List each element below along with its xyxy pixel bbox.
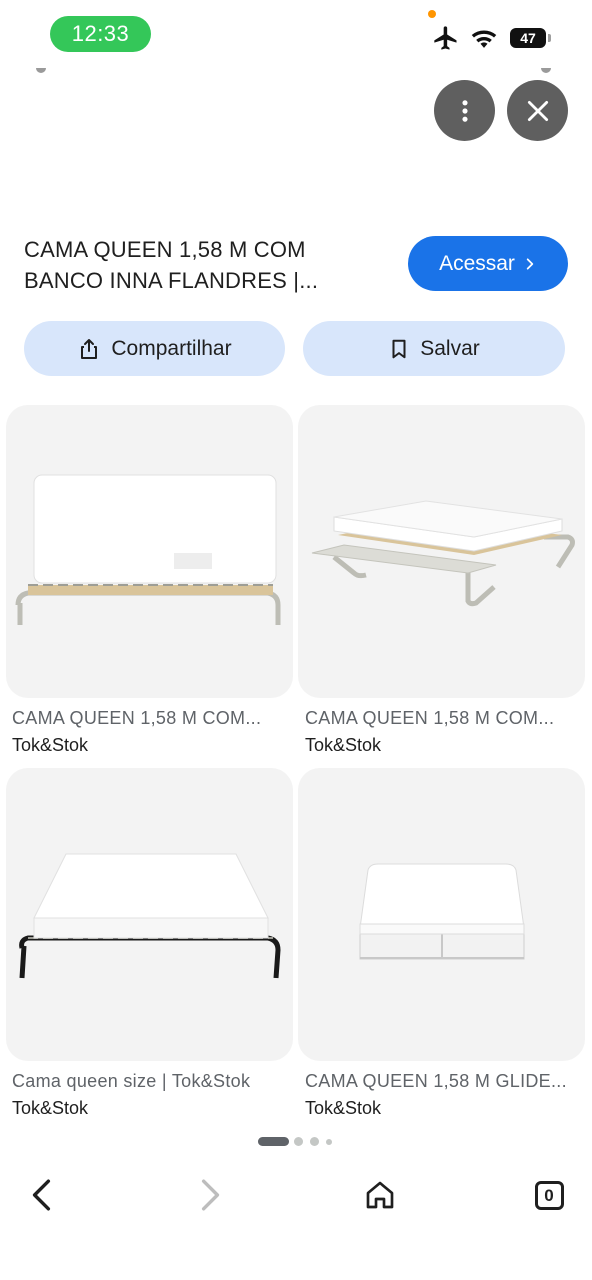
visit-button-label: Acessar	[439, 251, 515, 275]
black-frame-bed-image	[19, 853, 281, 979]
chevron-right-icon	[526, 257, 534, 270]
share-icon	[81, 338, 98, 359]
storage-base-bed-image	[359, 863, 525, 960]
related-image-2[interactable]	[298, 405, 585, 698]
bookmark-icon	[392, 339, 406, 358]
share-button-label: Compartilhar	[111, 336, 232, 360]
bed-image	[15, 474, 281, 625]
close-button[interactable]	[507, 80, 568, 141]
related-image-1[interactable]	[6, 405, 293, 698]
result-title-line1: CAMA QUEEN 1,58 M COM	[24, 237, 306, 262]
battery-icon: 47	[510, 28, 546, 48]
pager-dot	[294, 1137, 303, 1146]
edge-dot-left	[36, 68, 46, 73]
privacy-indicator	[428, 10, 436, 18]
back-button[interactable]	[22, 1175, 62, 1215]
tabs-button[interactable]: 0	[529, 1175, 569, 1215]
forward-button[interactable]	[190, 1175, 230, 1215]
pager-dot	[310, 1137, 319, 1146]
visit-button[interactable]: Acessar	[408, 236, 568, 291]
result-title: CAMA QUEEN 1,58 M COM BANCO INNA FLANDRE…	[24, 234, 374, 296]
share-button[interactable]: Compartilhar	[24, 321, 285, 376]
related-source-1: Tok&Stok	[12, 735, 89, 755]
back-icon	[32, 1179, 51, 1211]
tabs-icon: 0	[534, 1180, 564, 1210]
pager-dot	[326, 1139, 332, 1145]
forward-icon	[201, 1179, 220, 1211]
battery-cap	[548, 34, 551, 42]
edge-dot-right	[541, 68, 551, 73]
wifi-icon	[471, 30, 497, 48]
related-source-3: Tok&Stok	[12, 1098, 89, 1118]
related-image-3[interactable]	[6, 768, 293, 1061]
related-image-4[interactable]	[298, 768, 585, 1061]
result-title-line2: BANCO INNA FLANDRES |...	[24, 268, 319, 293]
status-bar: 12:33 47	[0, 0, 592, 70]
related-title-2[interactable]: CAMA QUEEN 1,58 M COM...	[305, 707, 585, 729]
home-button[interactable]	[360, 1175, 400, 1215]
related-source-2: Tok&Stok	[305, 735, 382, 755]
airplane-icon	[434, 26, 457, 50]
related-title-1[interactable]: CAMA QUEEN 1,58 M COM...	[12, 707, 292, 729]
bed-with-bench-image	[311, 500, 575, 607]
related-title-3[interactable]: Cama queen size | Tok&Stok	[12, 1070, 292, 1092]
more-options-button[interactable]	[434, 80, 495, 141]
home-icon	[366, 1181, 394, 1209]
save-button[interactable]: Salvar	[303, 321, 565, 376]
close-icon	[527, 100, 548, 121]
save-button-label: Salvar	[420, 336, 480, 360]
pager-dot-active	[258, 1137, 289, 1146]
clock: 12:33	[50, 16, 151, 52]
related-title-4[interactable]: CAMA QUEEN 1,58 M GLIDE...	[305, 1070, 585, 1092]
more-vert-icon	[461, 99, 468, 122]
related-source-4: Tok&Stok	[305, 1098, 382, 1118]
